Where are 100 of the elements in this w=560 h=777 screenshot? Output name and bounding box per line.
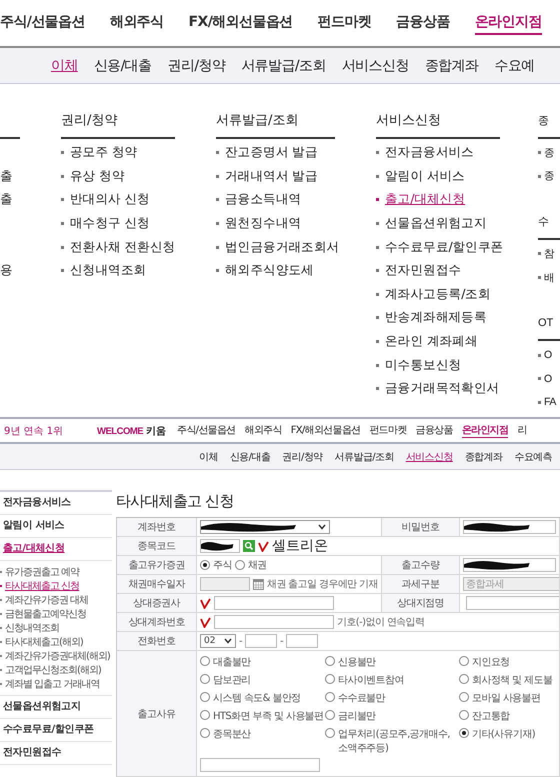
radio-option[interactable]: 업무처리(공모주,공개매수,소액주주등)	[325, 724, 459, 755]
radio-option[interactable]: HTS화면 부족 및 사용불편	[200, 706, 325, 724]
dropdown[interactable]	[200, 520, 330, 534]
menu-link[interactable]: 금융거래목적확인서	[376, 380, 500, 398]
menu-tab[interactable]: 서비스신청	[406, 450, 453, 464]
input-field[interactable]	[214, 596, 334, 610]
menu-link[interactable]: 온라인 계좌폐쇄	[376, 333, 478, 350]
menu-link[interactable]: 매수청구 신청	[61, 215, 150, 232]
nav-tab[interactable]: 펀드마켓	[318, 11, 372, 35]
menu-link[interactable]: O	[538, 349, 552, 362]
site-logo[interactable]: WELCOME 키움	[97, 424, 177, 438]
search-button[interactable]	[243, 540, 255, 552]
menu-tab[interactable]: 신용/대출	[94, 56, 152, 74]
input-field[interactable]	[214, 615, 334, 629]
menu-tab[interactable]: 서류발급/조회	[241, 56, 326, 74]
menu-link[interactable]: 공모주 청약	[61, 144, 138, 162]
radio-option[interactable]: 담보관리	[200, 670, 325, 688]
menu-link[interactable]: 원천징수내역	[216, 215, 302, 232]
menu-link[interactable]: 금융소득내역	[216, 191, 302, 208]
radio-option[interactable]: 종목분산	[200, 724, 325, 755]
radio-option[interactable]: 채권	[234, 558, 267, 572]
menu-link[interactable]: 해외주식양도세	[216, 262, 314, 280]
menu-link[interactable]: 용	[0, 262, 13, 280]
nav-tab[interactable]: 해외주식	[244, 423, 282, 438]
nav-tab[interactable]: 해외주식	[110, 11, 164, 35]
radio-option[interactable]: 금리불만	[325, 706, 459, 724]
nav-tab[interactable]: 금융상품	[396, 11, 450, 35]
nav-tab[interactable]: 온라인지점	[462, 423, 508, 438]
input-field[interactable]	[463, 520, 556, 534]
menu-link[interactable]: 거래내역서 발급	[216, 168, 318, 185]
menu-tab[interactable]: 이체	[199, 450, 218, 464]
menu-tab[interactable]: 서류발급/조회	[334, 450, 394, 464]
input-field[interactable]	[245, 634, 278, 648]
menu-link[interactable]: 출고/대체신청	[376, 191, 466, 208]
menu-link[interactable]: 출	[0, 191, 13, 208]
radio-option[interactable]: 기타(사유기재)	[459, 724, 556, 755]
input-field[interactable]	[286, 634, 318, 648]
radio-option[interactable]: 모바일 사용불편	[459, 688, 556, 706]
menu-link[interactable]: 출	[0, 168, 13, 185]
nav-tab[interactable]: 펀드마켓	[369, 423, 407, 438]
sidebar-subitem[interactable]: 계좌간유가증권대체(해외)	[0, 649, 112, 663]
radio-option[interactable]: 주식	[200, 558, 232, 572]
sidebar-item[interactable]: 출고/대체신청	[0, 538, 112, 561]
menu-tab[interactable]: 서비스신청	[342, 56, 409, 74]
menu-tab[interactable]: 종합계좌	[464, 450, 502, 464]
radio-option[interactable]: 지인요청	[459, 652, 556, 670]
sidebar-subitem[interactable]: 계좌간유가증권 대체	[0, 593, 112, 607]
menu-link[interactable]: 계좌사고등록/조회	[376, 286, 491, 303]
menu-link[interactable]: 잔고증명서 발급	[216, 144, 318, 162]
nav-tab[interactable]: 온라인지점	[474, 11, 542, 35]
nav-tab[interactable]: 주식/선물옵션	[0, 11, 85, 35]
menu-link[interactable]: 반대의사 신청	[61, 191, 150, 208]
radio-option[interactable]: 신용불만	[325, 652, 459, 670]
sidebar-subitem[interactable]: 타사대체출고(해외)	[0, 635, 112, 649]
input-field[interactable]	[463, 558, 556, 572]
menu-link[interactable]: 반송계좌해제등록	[376, 309, 487, 326]
menu-tab[interactable]: 이체	[51, 56, 78, 74]
menu-link[interactable]: 유상 청약	[61, 168, 124, 185]
radio-option[interactable]: 시스템 속도& 불안정	[200, 688, 325, 706]
sidebar-item[interactable]: 알림이 서비스	[0, 515, 112, 538]
menu-link[interactable]: 미수통보신청	[376, 356, 462, 374]
nav-tab[interactable]: 리	[517, 423, 527, 438]
calendar-icon[interactable]	[253, 578, 264, 590]
menu-link[interactable]: 선물옵션위험고지	[376, 215, 487, 232]
menu-link[interactable]: 수수료무료/할인쿠폰	[376, 238, 504, 256]
menu-tab[interactable]: 수요예측	[514, 450, 552, 464]
sidebar-item[interactable]: 전자금융서비스	[0, 492, 112, 515]
radio-option[interactable]: 잔고통합	[459, 706, 556, 724]
sidebar-subitem[interactable]: 신청내역조회	[0, 621, 112, 635]
menu-tab[interactable]: 수요예	[494, 56, 535, 74]
menu-tab[interactable]: 신용/대출	[230, 450, 270, 464]
radio-option[interactable]: 타사이벤트참여	[325, 670, 459, 688]
sidebar-subitem[interactable]: 계좌별 입출고 거래내역	[0, 677, 112, 691]
menu-link[interactable]: 종	[538, 146, 554, 160]
radio-option[interactable]: 수수료불만	[325, 688, 459, 706]
menu-link[interactable]: FA	[538, 396, 556, 408]
nav-tab[interactable]: 금융상품	[416, 423, 453, 438]
sidebar-subitem[interactable]: 금현물출고예약신청	[0, 607, 112, 621]
menu-link[interactable]: 전자민원접수	[376, 262, 462, 280]
menu-link[interactable]: O	[538, 372, 552, 385]
menu-link[interactable]: 전환사채 전환신청	[61, 238, 176, 256]
menu-link[interactable]: 알림이 서비스	[376, 168, 465, 185]
input-field[interactable]	[200, 539, 240, 553]
sidebar-subitem[interactable]: 타사대체출고 신청	[0, 579, 112, 593]
sidebar-item[interactable]: 선물옵션위험고지	[0, 696, 112, 719]
menu-link[interactable]: 신청내역조회	[61, 262, 146, 280]
menu-tab[interactable]: 종합계좌	[424, 56, 478, 74]
menu-tab[interactable]: 권리/청약	[282, 450, 323, 464]
sidebar-item[interactable]: 수수료무료/할인쿠폰	[0, 719, 112, 742]
dropdown[interactable]: 02	[200, 634, 236, 648]
nav-tab[interactable]: 주식/선물옵션	[177, 423, 236, 438]
input-field[interactable]	[200, 758, 320, 772]
nav-tab[interactable]: FX/해외선물옵션	[290, 423, 360, 438]
nav-tab[interactable]: FX/해외선물옵션	[188, 11, 293, 35]
sidebar-subitem[interactable]: 고객업무신청조회(해외)	[0, 663, 112, 677]
menu-link[interactable]: 참	[538, 246, 554, 261]
menu-link[interactable]: 종	[538, 169, 554, 184]
menu-link[interactable]: 법인금융거래조회서	[216, 238, 340, 256]
radio-option[interactable]: 대출불만	[200, 652, 325, 670]
menu-link[interactable]: 배	[538, 270, 554, 285]
